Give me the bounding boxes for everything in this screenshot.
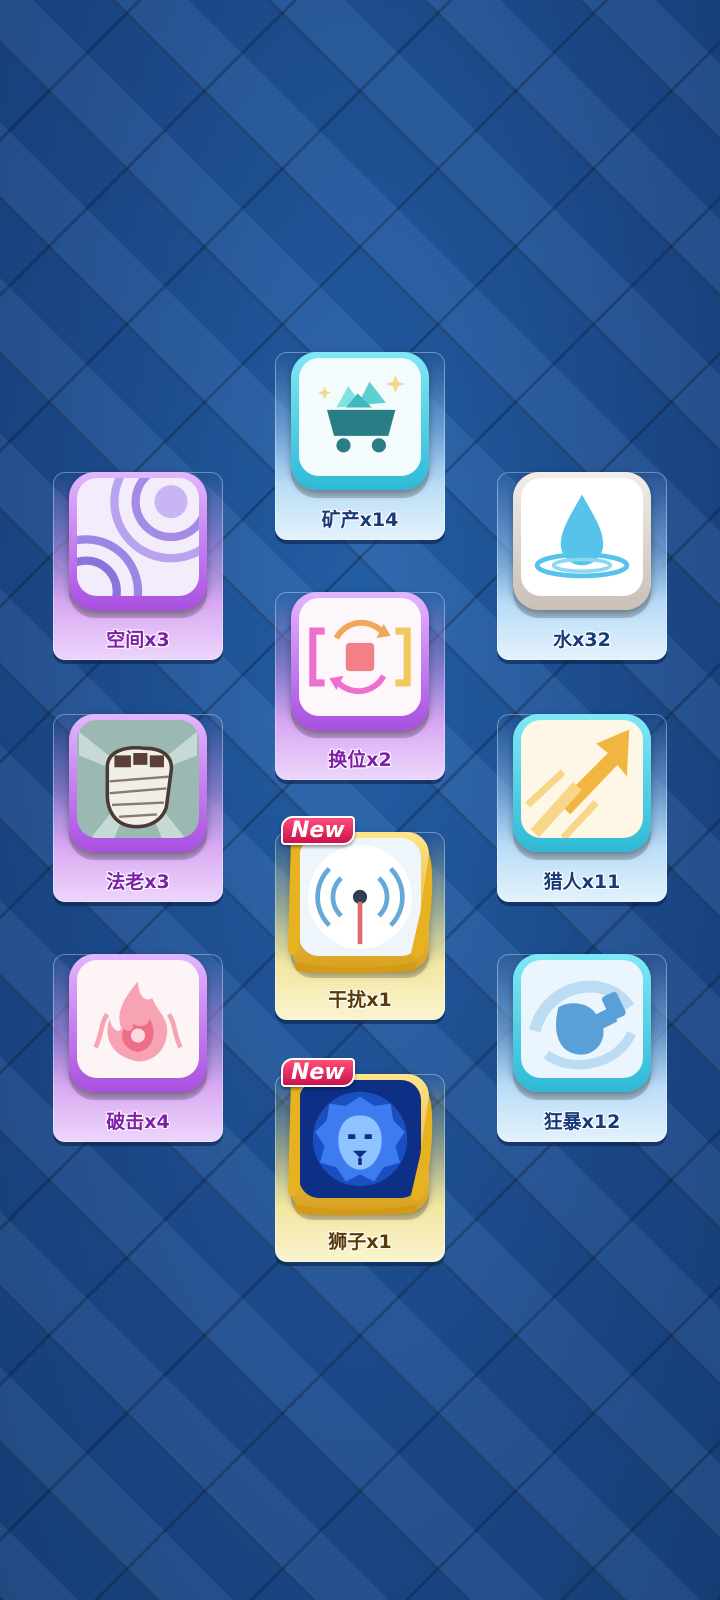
card-label: 狂暴x12 (543, 1111, 621, 1133)
card-kongjian[interactable]: 空间x3 (53, 472, 223, 660)
card-poji[interactable]: 破击x4 (53, 954, 223, 1142)
tile-kuangchan[interactable] (291, 352, 429, 490)
new-badge: New (281, 1058, 355, 1087)
card-lieren[interactable]: 猎人x11 (497, 714, 667, 902)
card-label: 猎人x11 (543, 871, 621, 893)
card-huanwei[interactable]: 换位x2 (275, 592, 445, 780)
tile-kuangbao[interactable] (513, 954, 651, 1092)
card-shizi[interactable]: New 狮子x1 (275, 1058, 445, 1262)
tile-shui[interactable] (513, 472, 651, 610)
card-label: 矿产x14 (321, 509, 399, 531)
tile-ganrao[interactable] (291, 832, 429, 970)
new-badge: New (281, 816, 355, 845)
swap-arrows-icon (309, 619, 411, 695)
tile-falao[interactable] (69, 714, 207, 852)
space-ripple-icon (77, 478, 199, 596)
card-label: 法老x3 (106, 871, 170, 893)
card-kuangbao[interactable]: 狂暴x12 (497, 954, 667, 1142)
bandaged-fist-icon (79, 731, 197, 838)
arrow-shot-icon (525, 729, 630, 838)
card-label: 破击x4 (106, 1111, 170, 1133)
card-ganrao[interactable]: New 干扰x1 (275, 816, 445, 1020)
tile-shizi[interactable] (291, 1074, 429, 1212)
tile-huanwei[interactable] (291, 592, 429, 730)
tile-poji[interactable] (69, 954, 207, 1092)
card-label: 干扰x1 (328, 989, 392, 1011)
tile-lieren[interactable] (513, 714, 651, 852)
card-falao[interactable]: 法老x3 (53, 714, 223, 902)
tile-kongjian[interactable] (69, 472, 207, 610)
lion-head-icon (312, 1091, 408, 1187)
card-label: 空间x3 (106, 629, 170, 651)
card-shui[interactable]: 水x32 (497, 472, 667, 660)
flame-icon (93, 981, 183, 1062)
hammer-swirl-icon (529, 980, 636, 1070)
card-kuangchan[interactable]: 矿产x14 (275, 352, 445, 540)
minecart-crystals-icon (318, 374, 405, 453)
card-label: 水x32 (553, 629, 611, 651)
card-label: 换位x2 (328, 749, 392, 771)
card-label: 狮子x1 (328, 1231, 392, 1253)
water-drop-icon (534, 494, 630, 579)
signal-antenna-icon (308, 845, 412, 949)
